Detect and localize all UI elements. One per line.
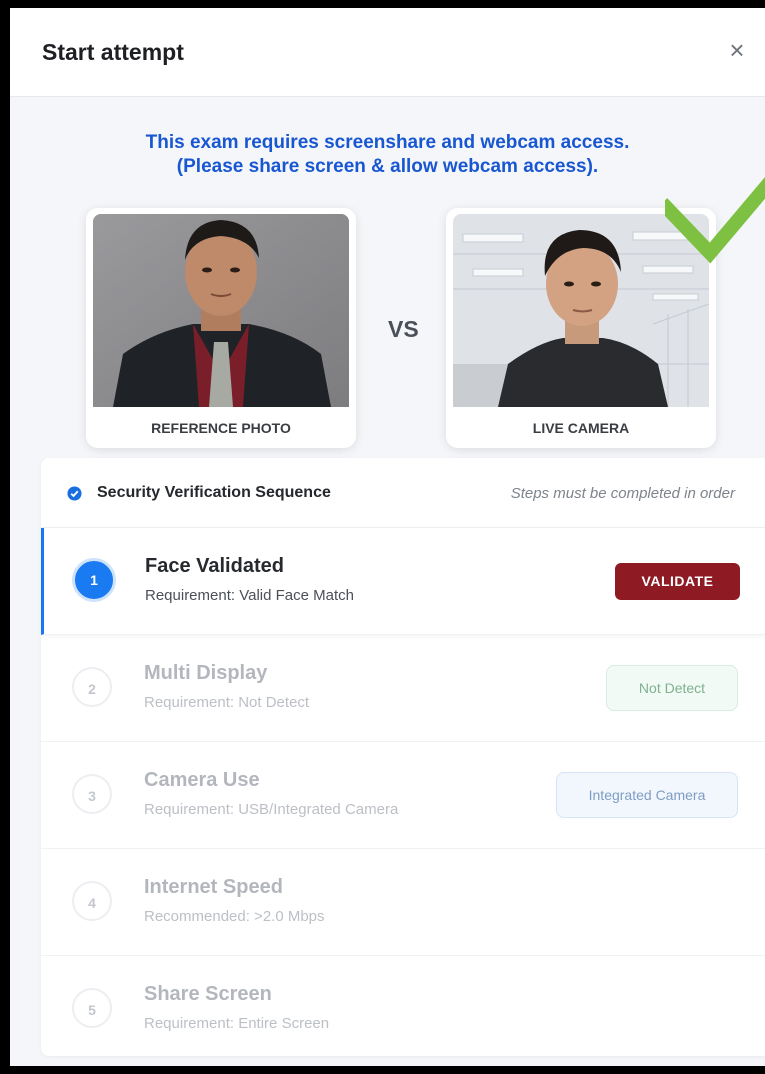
reference-photo — [93, 214, 349, 407]
modal-title: Start attempt — [42, 39, 184, 65]
step-requirement: Requirement: Valid Face Match — [145, 587, 354, 604]
reference-photo-caption: REFERENCE PHOTO — [151, 420, 291, 436]
start-attempt-modal: Start attempt × This exam requires scree… — [10, 8, 765, 1066]
step-requirement: Recommended: >2.0 Mbps — [144, 908, 325, 925]
close-icon[interactable]: × — [723, 36, 751, 64]
step-multi-display: 2 Multi Display Requirement: Not Detect … — [41, 635, 765, 742]
modal-header: Start attempt × — [10, 8, 765, 97]
check-circle-icon — [67, 486, 82, 501]
step-title: Share Screen — [144, 983, 272, 1005]
step-title: Internet Speed — [144, 876, 283, 898]
step-number: 2 — [72, 667, 112, 707]
panel-note: Steps must be completed in order — [510, 485, 735, 502]
step-number: 1 — [72, 558, 116, 602]
step-number: 5 — [72, 988, 112, 1028]
step-title: Camera Use — [144, 769, 260, 791]
step-title: Multi Display — [144, 662, 268, 684]
checkmark-icon — [665, 176, 765, 264]
step-title: Face Validated — [145, 555, 284, 577]
step-internet-speed: 4 Internet Speed Recommended: >2.0 Mbps — [41, 849, 765, 956]
step-camera-use: 3 Camera Use Requirement: USB/Integrated… — [41, 742, 765, 849]
live-camera-caption: LIVE CAMERA — [532, 420, 630, 436]
camera-status-badge: Integrated Camera — [556, 772, 738, 818]
vs-label: VS — [388, 316, 419, 342]
step-requirement: Requirement: Not Detect — [144, 694, 310, 711]
validate-button[interactable]: VALIDATE — [615, 563, 740, 600]
step-requirement: Requirement: Entire Screen — [144, 1015, 330, 1032]
step-number: 3 — [72, 774, 112, 814]
reference-photo-card: REFERENCE PHOTO — [86, 208, 356, 448]
notice-line-2: (Please share screen & allow webcam acce… — [176, 156, 599, 177]
step-face-validated: 1 Face Validated Requirement: Valid Face… — [41, 528, 765, 635]
step-number: 4 — [72, 881, 112, 921]
step-requirement: Requirement: USB/Integrated Camera — [144, 801, 399, 818]
panel-title: Security Verification Sequence — [97, 484, 331, 501]
panel-header: Security Verification Sequence Steps mus… — [41, 458, 765, 528]
notice-line-1: This exam requires screenshare and webca… — [145, 132, 630, 153]
multi-display-status-badge: Not Detect — [606, 665, 738, 711]
security-verification-panel: Security Verification Sequence Steps mus… — [41, 458, 765, 1056]
step-share-screen: 5 Share Screen Requirement: Entire Scree… — [41, 956, 765, 1056]
